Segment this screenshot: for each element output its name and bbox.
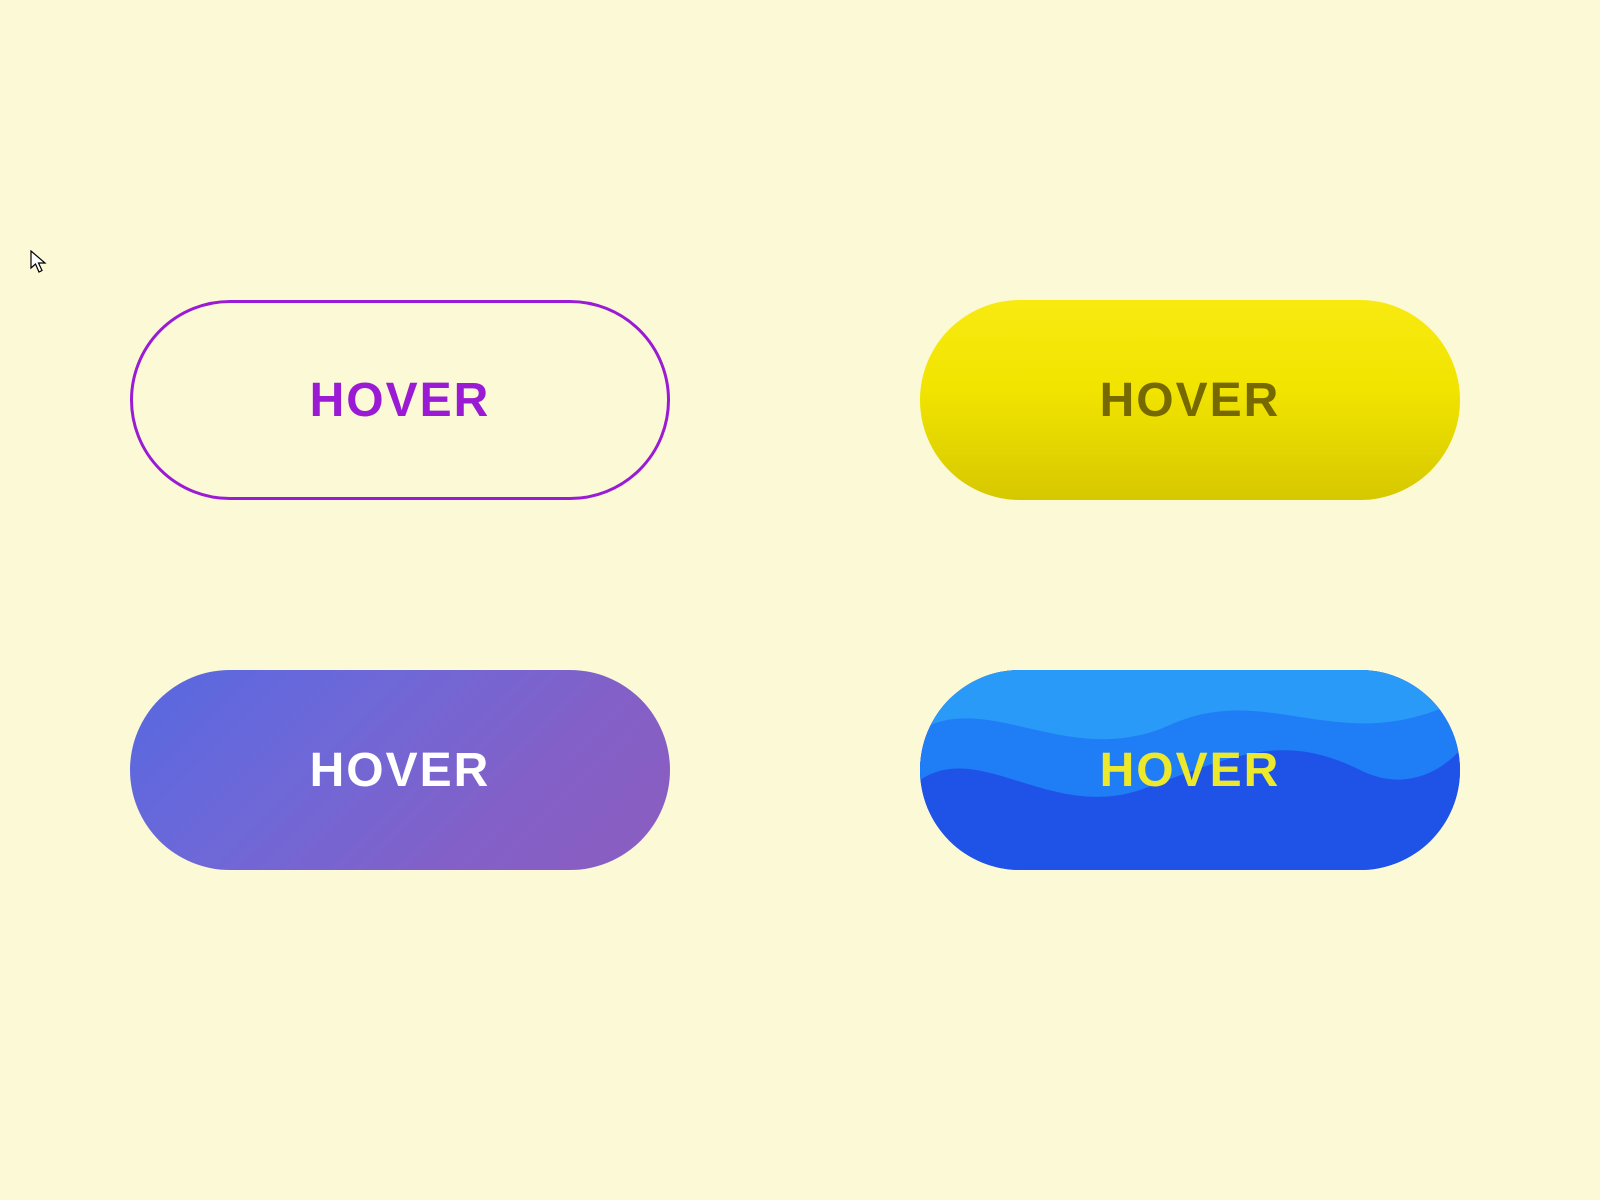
- button-label: HOVER: [1100, 373, 1281, 428]
- hover-button-outlined-purple[interactable]: HOVER: [130, 300, 670, 500]
- button-label: HOVER: [310, 743, 491, 798]
- hover-button-blue-wave[interactable]: HOVER: [920, 670, 1460, 870]
- button-label: HOVER: [1100, 743, 1281, 798]
- button-showcase-grid: HOVER HOVER HOVER HOVER: [0, 0, 1600, 870]
- cursor-pointer-icon: [30, 250, 48, 279]
- hover-button-blue-purple-gradient[interactable]: HOVER: [130, 670, 670, 870]
- hover-button-yellow[interactable]: HOVER: [920, 300, 1460, 500]
- button-label: HOVER: [310, 373, 491, 428]
